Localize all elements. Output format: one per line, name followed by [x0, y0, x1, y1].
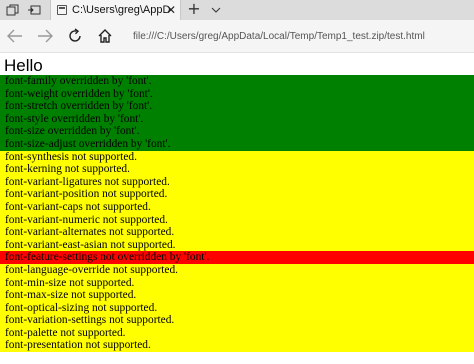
test-result-row: font-variant-numeric not supported.	[0, 213, 474, 227]
forward-arrow-icon[interactable]	[34, 25, 56, 47]
page-favicon-icon	[57, 5, 67, 15]
page-content: Hello font-family overridden by 'font'. f…	[0, 53, 474, 364]
home-icon[interactable]	[94, 25, 116, 47]
tab-close-icon[interactable]: ✕	[166, 2, 176, 18]
address-bar[interactable]: file:///C:/Users/greg/AppData/Local/Temp…	[133, 28, 474, 46]
test-result-row: font-variation-settings not supported.	[0, 314, 474, 327]
test-result-row: font-variant-alternates not supported.	[0, 226, 474, 239]
new-tab-button[interactable]: +	[186, 0, 202, 20]
test-result-row: font-family overridden by 'font'.	[0, 75, 474, 88]
test-result-row: font-size-adjust overridden by 'font'.	[0, 137, 474, 151]
tab-active[interactable]: C:\Users\greg\AppData ✕	[50, 0, 181, 20]
test-result-row: font-kerning not supported.	[0, 163, 474, 176]
back-arrow-icon[interactable]	[4, 25, 26, 47]
test-result-row: font-variant-position not supported.	[0, 188, 474, 201]
test-result-row: font-max-size not supported.	[0, 289, 474, 302]
test-result-row: font-style overridden by 'font'.	[0, 112, 474, 126]
test-result-row: font-size overridden by 'font'.	[0, 125, 474, 138]
test-result-row: font-variant-ligatures not supported.	[0, 175, 474, 189]
refresh-icon[interactable]	[64, 25, 86, 47]
navigation-bar: file:///C:/Users/greg/AppData/Local/Temp…	[0, 20, 474, 53]
test-result-row: font-stretch overridden by 'font'.	[0, 100, 474, 113]
test-result-row: font-palette not supported.	[0, 326, 474, 340]
test-result-row: font-variant-caps not supported.	[0, 200, 474, 214]
test-result-row: font-weight overridden by 'font'.	[0, 87, 474, 101]
test-results-list: font-family overridden by 'font'. font-we…	[0, 75, 474, 353]
test-result-row: font-min-size not supported.	[0, 276, 474, 290]
tab-title: C:\Users\greg\AppData	[72, 4, 170, 16]
test-result-row: font-optical-sizing not supported.	[0, 301, 474, 315]
tab-strip: C:\Users\greg\AppData ✕ +	[0, 0, 474, 20]
tab-preview-chevron-icon[interactable]	[210, 2, 222, 18]
test-result-row: font-feature-settings not overridden by …	[0, 251, 474, 264]
test-result-row: font-variant-east-asian not supported.	[0, 238, 474, 252]
test-result-row: font-presentation not supported.	[0, 339, 474, 353]
window-stack-icon[interactable]	[4, 2, 20, 18]
test-result-row: font-synthesis not supported.	[0, 150, 474, 164]
test-result-row: font-language-override not supported.	[0, 263, 474, 277]
set-aside-tabs-icon[interactable]	[26, 2, 42, 18]
page-heading: Hello	[4, 56, 43, 75]
